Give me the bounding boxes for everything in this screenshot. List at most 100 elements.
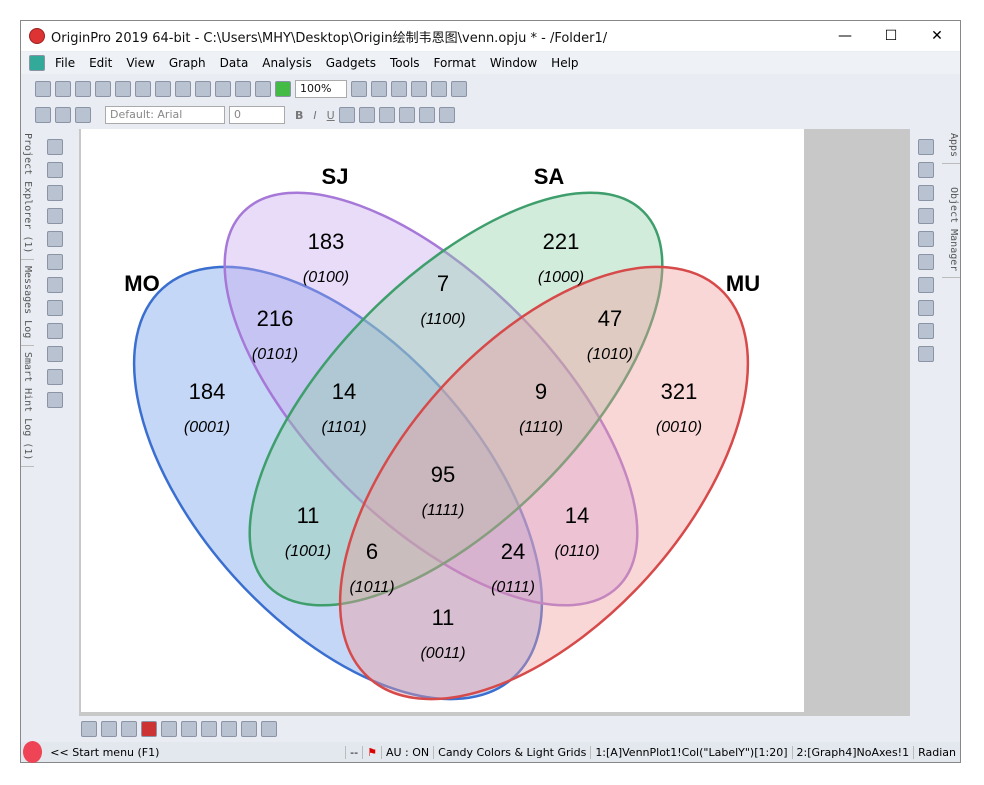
decrease-font-icon[interactable] bbox=[418, 107, 435, 123]
copy-icon[interactable] bbox=[55, 107, 71, 123]
status-angle-unit[interactable]: Radian bbox=[913, 745, 960, 759]
zoom-in-icon[interactable] bbox=[47, 162, 63, 178]
column-plot-icon[interactable] bbox=[141, 721, 157, 737]
rescale-y-icon[interactable] bbox=[918, 185, 934, 201]
menu-edit[interactable]: Edit bbox=[89, 56, 112, 70]
open-icon[interactable] bbox=[195, 81, 211, 97]
region-select-icon[interactable] bbox=[47, 277, 63, 293]
cut-icon[interactable] bbox=[35, 107, 51, 123]
pointer-icon[interactable] bbox=[47, 139, 63, 155]
new-layout-icon[interactable] bbox=[155, 81, 171, 97]
venn-diagram[interactable]: MO SJ SA MU 183 (0100) 221 (1000) 7 (1100) 216 (010… bbox=[81, 129, 804, 712]
menu-window[interactable]: Window bbox=[490, 56, 537, 70]
menu-file[interactable]: File bbox=[55, 56, 75, 70]
zoom-out-icon[interactable] bbox=[47, 185, 63, 201]
apps-icon[interactable] bbox=[451, 81, 467, 97]
polar-icon[interactable] bbox=[221, 721, 237, 737]
rescale-icon[interactable] bbox=[918, 139, 934, 155]
font-select[interactable]: Default: Arial bbox=[105, 106, 225, 124]
run-icon[interactable] bbox=[275, 81, 291, 97]
rescale-x-icon[interactable] bbox=[918, 162, 934, 178]
paste-icon[interactable] bbox=[75, 107, 91, 123]
format-toolbar: Default: Arial 0 B I U bbox=[21, 103, 960, 127]
region-code: (0010) bbox=[656, 419, 702, 436]
zoom-select[interactable]: 100% bbox=[295, 80, 347, 98]
menu-data[interactable]: Data bbox=[220, 56, 249, 70]
flag-icon: ⚑ bbox=[362, 745, 381, 759]
new-workbook-icon[interactable] bbox=[75, 81, 91, 97]
menu-graph[interactable]: Graph bbox=[169, 56, 206, 70]
tab-messages-log[interactable]: Messages Log bbox=[21, 260, 34, 346]
pan-icon[interactable] bbox=[47, 369, 63, 385]
contour-icon[interactable] bbox=[161, 721, 177, 737]
arrow-tool-icon[interactable] bbox=[47, 323, 63, 339]
box-plot-icon[interactable] bbox=[241, 721, 257, 737]
region-code: (1111) bbox=[422, 502, 465, 519]
italic-icon[interactable]: I bbox=[313, 109, 316, 122]
data-reader-icon[interactable] bbox=[47, 208, 63, 224]
layer-toolbar bbox=[912, 133, 940, 362]
new-matrix-icon[interactable] bbox=[115, 81, 131, 97]
new-project-icon[interactable] bbox=[35, 81, 51, 97]
save-icon[interactable] bbox=[235, 81, 251, 97]
tab-smart-hint-log[interactable]: Smart Hint Log (1) bbox=[21, 346, 34, 468]
menu-gadgets[interactable]: Gadgets bbox=[326, 56, 376, 70]
code-builder-icon[interactable] bbox=[431, 81, 447, 97]
close-button[interactable]: ✕ bbox=[914, 21, 960, 51]
menu-help[interactable]: Help bbox=[551, 56, 578, 70]
area-plot-icon[interactable] bbox=[201, 721, 217, 737]
merge-icon[interactable] bbox=[918, 277, 934, 293]
line-symbol-icon[interactable] bbox=[121, 721, 137, 737]
menu-view[interactable]: View bbox=[126, 56, 154, 70]
tab-object-manager[interactable]: Object Manager bbox=[942, 181, 960, 279]
region-count: 47 bbox=[598, 306, 622, 331]
screen-reader-icon[interactable] bbox=[47, 231, 63, 247]
region-code: (0100) bbox=[303, 269, 349, 286]
menu-analysis[interactable]: Analysis bbox=[262, 56, 311, 70]
greek-icon[interactable] bbox=[378, 107, 395, 123]
region-code: (1000) bbox=[538, 269, 584, 286]
text-tool-icon[interactable] bbox=[47, 300, 63, 316]
align-icon[interactable] bbox=[438, 107, 455, 123]
start-menu-icon[interactable] bbox=[23, 741, 43, 763]
bold-icon[interactable]: B bbox=[295, 109, 303, 122]
3d-plot-icon[interactable] bbox=[261, 721, 277, 737]
menu-format[interactable]: Format bbox=[434, 56, 476, 70]
superscript-icon[interactable] bbox=[338, 107, 355, 123]
maximize-button[interactable]: ☐ bbox=[868, 21, 914, 51]
line-plot-icon[interactable] bbox=[81, 721, 97, 737]
refresh-icon[interactable] bbox=[918, 231, 934, 247]
status-autoupdate[interactable]: AU : ON bbox=[380, 745, 433, 759]
script-window-icon[interactable] bbox=[411, 81, 427, 97]
new-function-icon[interactable] bbox=[135, 81, 151, 97]
grid-icon[interactable] bbox=[918, 346, 934, 362]
workbook-icon[interactable] bbox=[29, 55, 45, 71]
scatter-plot-icon[interactable] bbox=[101, 721, 117, 737]
insert-equation-icon[interactable] bbox=[47, 392, 63, 408]
minimize-button[interactable]: — bbox=[822, 21, 868, 51]
start-menu-link[interactable]: << Start menu (F1) bbox=[46, 746, 345, 759]
status-column: 1:[A]VennPlot1!Col("LabelY")[1:20] bbox=[590, 745, 791, 759]
import-excel-icon[interactable] bbox=[351, 81, 367, 97]
underline-icon[interactable]: U bbox=[327, 109, 335, 122]
axis-icon[interactable] bbox=[918, 323, 934, 339]
menu-tools[interactable]: Tools bbox=[390, 56, 420, 70]
line-tool-icon[interactable] bbox=[47, 346, 63, 362]
save-template-icon[interactable] bbox=[255, 81, 271, 97]
annotation-icon[interactable] bbox=[47, 254, 63, 270]
new-folder-icon[interactable] bbox=[55, 81, 71, 97]
project-explorer-icon[interactable] bbox=[371, 81, 387, 97]
new-notes-icon[interactable] bbox=[175, 81, 191, 97]
increase-font-icon[interactable] bbox=[398, 107, 415, 123]
open-template-icon[interactable] bbox=[215, 81, 231, 97]
subscript-icon[interactable] bbox=[358, 107, 375, 123]
tab-apps[interactable]: Apps bbox=[942, 127, 960, 165]
rescale-z-icon[interactable] bbox=[918, 208, 934, 224]
error-bar-icon[interactable] bbox=[181, 721, 197, 737]
results-log-icon[interactable] bbox=[391, 81, 407, 97]
arrange-layers-icon[interactable] bbox=[918, 300, 934, 316]
layer-icon[interactable] bbox=[918, 254, 934, 270]
font-size-select[interactable]: 0 bbox=[229, 106, 285, 124]
tab-project-explorer[interactable]: Project Explorer (1) bbox=[21, 127, 34, 261]
new-graph-icon[interactable] bbox=[95, 81, 111, 97]
